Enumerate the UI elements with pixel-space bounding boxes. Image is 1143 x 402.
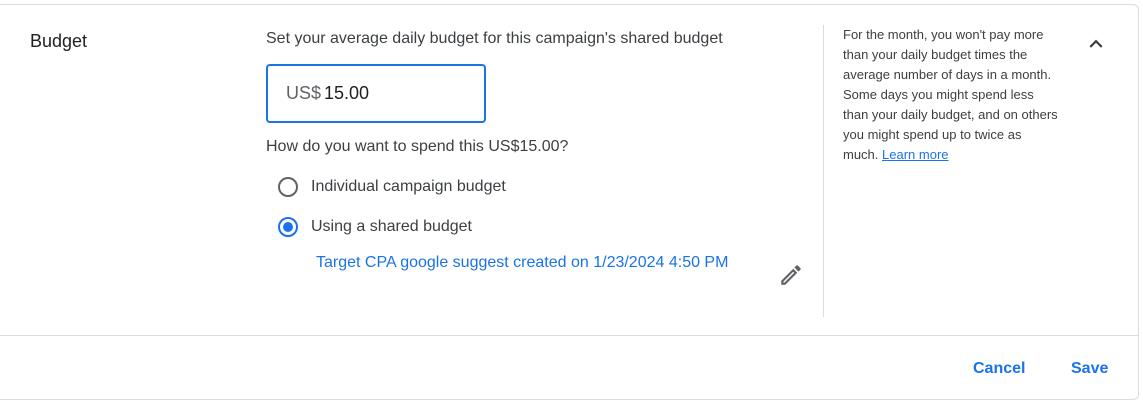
spend-question: How do you want to spend this US$15.00? <box>266 138 569 155</box>
currency-prefix: US$ <box>286 83 322 103</box>
footer-divider <box>0 335 1139 336</box>
cancel-button[interactable]: Cancel <box>973 360 1025 378</box>
budget-prompt: Set your average daily budget for this c… <box>266 30 723 47</box>
learn-more-link[interactable]: Learn more <box>882 147 948 162</box>
chevron-up-icon[interactable] <box>1083 31 1109 57</box>
option-label: Using a shared budget <box>311 218 472 235</box>
option-shared-budget[interactable]: Using a shared budget <box>278 217 472 237</box>
help-text: For the month, you won't pay more than y… <box>843 27 1058 162</box>
pencil-icon[interactable] <box>778 262 804 288</box>
option-label: Individual campaign budget <box>311 178 506 195</box>
shared-budget-link[interactable]: Target CPA google suggest created on 1/2… <box>316 251 746 275</box>
budget-amount[interactable]: 15.00 <box>324 83 369 104</box>
section-title: Budget <box>30 31 88 51</box>
save-button[interactable]: Save <box>1071 360 1108 378</box>
vertical-divider <box>823 25 824 317</box>
help-panel: For the month, you won't pay more than y… <box>843 25 1058 165</box>
radio-individual[interactable] <box>278 177 298 197</box>
option-individual-budget[interactable]: Individual campaign budget <box>278 177 506 197</box>
budget-main: Set your average daily budget for this c… <box>266 29 806 285</box>
daily-budget-input[interactable]: US$ 15.00 <box>266 64 486 123</box>
budget-card: Budget Set your average daily budget for… <box>0 4 1139 400</box>
radio-shared[interactable] <box>278 217 298 237</box>
